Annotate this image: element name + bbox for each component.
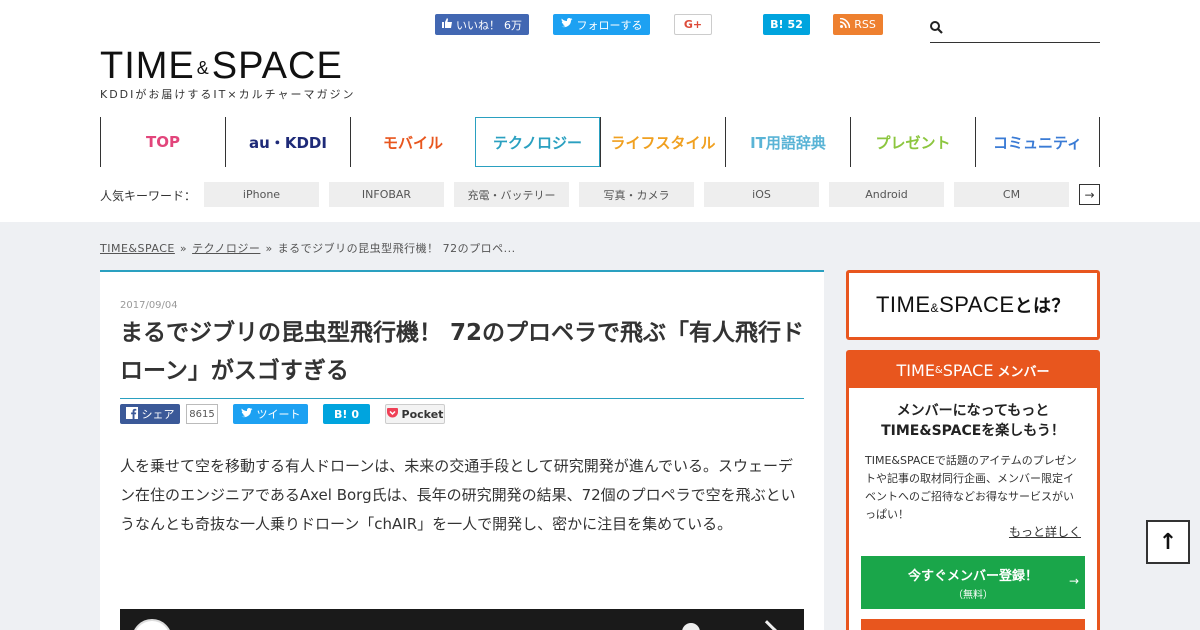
facebook-share-count: 8615 — [186, 404, 218, 424]
breadcrumb-separator: » — [265, 242, 273, 255]
breadcrumb-separator: » — [179, 242, 188, 255]
site-tagline: KDDIがお届けするIT×カルチャーマガジン — [100, 88, 356, 101]
popular-keywords: 人気キーワード： iPhone INFOBAR 充電・バッテリー 写真・カメラ … — [100, 182, 1100, 207]
google-plus-icon: G+ — [683, 18, 703, 31]
breadcrumb-category[interactable]: テクノロジー — [192, 242, 260, 255]
member-register-button[interactable]: 今すぐメンバー登録！ （無料） → — [861, 556, 1085, 609]
logo-amp: & — [196, 57, 210, 78]
logo-space: SPACE — [211, 45, 343, 87]
share-arrow-icon[interactable] — [757, 620, 777, 630]
nav-community[interactable]: コミュニティ — [975, 117, 1100, 167]
twitter-follow-label: フォローする — [576, 18, 643, 32]
twitter-bird-icon — [560, 18, 573, 31]
member-lead-line1: メンバーになってもっと — [896, 403, 1050, 419]
hatena-count: 52 — [787, 18, 803, 31]
about-banner-text: TIME&SPACEとは？ — [876, 292, 1070, 318]
member-register-label: 今すぐメンバー登録！ — [907, 568, 1038, 584]
facebook-share-label: シェア — [141, 408, 175, 421]
member-head-suffix: メンバー — [997, 365, 1050, 380]
hatena-bookmark-button[interactable]: B! 52 — [763, 14, 810, 35]
member-box-header: TIME & SPACE メンバー — [849, 353, 1097, 388]
embedded-video[interactable] — [120, 609, 804, 630]
rss-button[interactable]: RSS — [833, 14, 883, 35]
nav-it-dictionary[interactable]: IT用語辞典 — [725, 117, 850, 167]
keyword-tag[interactable]: INFOBAR — [329, 182, 444, 207]
info-icon[interactable] — [682, 623, 700, 630]
rss-label: RSS — [854, 18, 876, 31]
keywords-label: 人気キーワード： — [100, 189, 197, 203]
hatena-icon: B! — [770, 18, 784, 31]
keyword-tag[interactable]: iOS — [704, 182, 819, 207]
nav-mobile[interactable]: モバイル — [350, 117, 475, 167]
arrow-right-icon: → — [1068, 574, 1079, 588]
twitter-bird-icon — [240, 407, 253, 421]
facebook-icon — [125, 406, 138, 422]
twitter-follow-button[interactable]: フォローする — [553, 14, 650, 35]
pocket-icon — [386, 407, 398, 421]
article-date: 2017/09/04 — [120, 300, 178, 311]
about-space: SPACE — [939, 292, 1015, 317]
nav-lifestyle[interactable]: ライフスタイル — [600, 117, 725, 167]
keywords-next-arrow-icon[interactable]: → — [1079, 184, 1100, 205]
breadcrumb-current: まるでジブリの昆虫型飛行機！ 72のプロペ... — [277, 242, 516, 255]
pocket-label: Pocket — [401, 407, 444, 421]
about-amp: & — [930, 301, 940, 315]
keyword-tag[interactable]: 充電・バッテリー — [454, 182, 569, 207]
article-title: まるでジブリの昆虫型飛行機！ 72のプロペラで飛ぶ「有人飛行ドローン」がスゴすぎ… — [120, 314, 804, 399]
article-lead: 人を乗せて空を移動する有人ドローンは、未来の交通手段として研究開発が進んでいる。… — [120, 457, 796, 533]
thumbs-up-icon — [442, 18, 452, 31]
search-icon[interactable] — [930, 19, 943, 34]
member-box: TIME & SPACE メンバー メンバーになってもっと TIME&SPACEを楽し… — [846, 350, 1100, 630]
breadcrumb-home[interactable]: TIME&SPACE — [100, 242, 175, 255]
member-register-sublabel: （無料） — [953, 589, 993, 601]
about-banner[interactable]: TIME&SPACEとは？ — [846, 270, 1100, 340]
member-description: TIME&SPACEで話題のアイテムのプレゼントや記事の取材同行企画、メンバー限… — [865, 454, 1077, 521]
facebook-like-count: 6万 — [504, 18, 522, 32]
facebook-share-button[interactable]: シェア — [120, 404, 180, 424]
site-logo[interactable]: TIME &SPACE — [100, 44, 343, 90]
search-box — [930, 14, 1100, 43]
keyword-tag[interactable]: CM — [954, 182, 1069, 207]
pocket-button[interactable]: Pocket — [385, 404, 445, 424]
member-head-amp: & — [934, 365, 943, 376]
article-share-buttons: シェア 8615 ツイート B! 0 Pocket — [120, 404, 804, 424]
nav-top[interactable]: TOP — [100, 117, 225, 167]
logo-time: TIME — [100, 45, 195, 87]
member-lead: メンバーになってもっと TIME&SPACEを楽しもう！ — [849, 401, 1097, 441]
search-input[interactable] — [950, 16, 1098, 40]
channel-avatar[interactable] — [132, 619, 172, 630]
hatena-share-count: 0 — [351, 407, 360, 421]
keyword-tag[interactable]: Android — [829, 182, 944, 207]
facebook-like-label: いいね！ — [456, 18, 500, 32]
google-plus-button[interactable]: G+ — [674, 14, 712, 35]
keyword-tag[interactable]: 写真・カメラ — [579, 182, 694, 207]
hatena-bookmark-share-button[interactable]: B! 0 — [323, 404, 370, 424]
nav-technology[interactable]: テクノロジー — [475, 117, 600, 167]
keyword-tag[interactable]: iPhone — [204, 182, 319, 207]
breadcrumb: TIME&SPACE » テクノロジー » まるでジブリの昆虫型飛行機！ 72のプロペ.… — [100, 240, 516, 256]
about-suffix: とは？ — [1014, 296, 1071, 316]
member-head-space: SPACE — [942, 361, 994, 380]
nav-present[interactable]: プレゼント — [850, 117, 975, 167]
hatena-icon: B! — [333, 407, 348, 421]
article: 2017/09/04 まるでジブリの昆虫型飛行機！ 72のプロペラで飛ぶ「有人飛… — [100, 270, 824, 630]
back-to-top-button[interactable]: ↑ — [1146, 520, 1190, 564]
arrow-up-icon: ↑ — [1158, 529, 1178, 555]
member-more-link[interactable]: もっと詳しく — [1009, 523, 1081, 540]
tweet-button[interactable]: ツイート — [233, 404, 308, 424]
global-nav: TOP au・KDDI モバイル テクノロジー ライフスタイル IT用語辞典 プ… — [100, 117, 1100, 167]
nav-au-kddi[interactable]: au・KDDI — [225, 117, 350, 167]
member-head-time: TIME — [896, 361, 935, 380]
site-header: TIME &SPACE KDDIがお届けするIT×カルチャーマガジン いいね！ 6… — [0, 0, 1200, 222]
facebook-like-button[interactable]: いいね！ 6万 — [435, 14, 529, 35]
tweet-label: ツイート — [256, 408, 301, 421]
member-secondary-button[interactable] — [861, 619, 1085, 630]
rss-icon — [840, 17, 851, 31]
about-time: TIME — [875, 292, 931, 317]
member-lead-line2: TIME&SPACEを楽しもう！ — [881, 423, 1065, 439]
